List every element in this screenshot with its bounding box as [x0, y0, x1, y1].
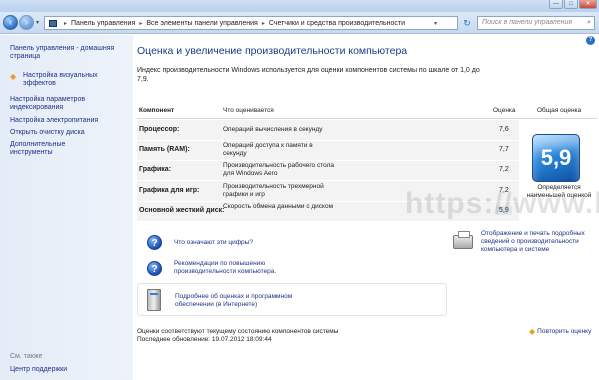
- breadcrumb-item[interactable]: Счетчики и средства производительности: [269, 20, 405, 27]
- online-info-box[interactable]: Подробнее об оценках и программном обесп…: [137, 283, 447, 316]
- row-description: Скорость обмена данными с диском: [223, 203, 334, 210]
- footer-status: Оценки соответствуют текущему состоянию …: [137, 328, 338, 344]
- table-row: Основной жесткий диск: Скорость обмена д…: [137, 201, 519, 222]
- tips-link[interactable]: Рекомендации по повышению производительн…: [174, 260, 304, 276]
- row-score: 7,6: [499, 126, 509, 133]
- row-component: Память (RAM):: [139, 146, 190, 153]
- history-dropdown-icon[interactable]: ▾: [36, 19, 39, 26]
- shield-icon: ◆: [10, 72, 17, 81]
- breadcrumb-item[interactable]: Все элементы панели управления: [146, 20, 257, 27]
- table-header: Компонент Что оценивается Оценка Общая о…: [137, 103, 597, 119]
- row-description: Производительность трехмерной графики и …: [223, 183, 324, 198]
- refresh-icon[interactable]: ↻: [460, 16, 474, 30]
- navigation-bar: ‹ › ▾ ▸ Панель управления ▸ Все элементы…: [0, 12, 599, 34]
- row-component: Процессор:: [139, 126, 180, 133]
- address-dropdown-icon[interactable]: ▾: [434, 20, 437, 27]
- rerun-label[interactable]: Повторить оценку: [537, 328, 591, 335]
- sidebar: Панель управления - домашняя страница ◆ …: [0, 35, 133, 380]
- help-question-icon[interactable]: ?: [147, 235, 162, 250]
- window-controls: — □ ✕: [549, 0, 597, 9]
- overall-score-note: Определяется наименьшей оценкой: [526, 184, 592, 199]
- rerun-assessment-button[interactable]: ◆ Повторить оценку: [529, 327, 591, 336]
- sidebar-item-indexing[interactable]: Настройка параметров индексирования: [10, 96, 128, 112]
- table-row: Графика: Производительность рабочего сто…: [137, 160, 519, 181]
- breadcrumb-item[interactable]: Панель управления: [71, 20, 135, 27]
- main-content: Оценка и увеличение производительности к…: [137, 35, 599, 380]
- row-description: Производительность рабочего стола для Wi…: [223, 162, 335, 177]
- header-score: Оценка: [493, 107, 516, 114]
- row-component: Графика для игр:: [139, 187, 200, 194]
- sidebar-item-action-center[interactable]: Центр поддержки: [10, 366, 67, 374]
- close-button[interactable]: ✕: [579, 0, 597, 9]
- row-description: Операций вычисления в секунду: [223, 126, 323, 133]
- row-score: 7,2: [499, 166, 509, 173]
- address-bar[interactable]: ▸ Панель управления ▸ Все элементы панел…: [44, 16, 458, 30]
- header-overall: Общая оценка: [537, 107, 582, 114]
- help-question-icon[interactable]: ?: [147, 261, 162, 276]
- sidebar-home-link[interactable]: Панель управления - домашняя страница: [10, 45, 120, 61]
- printer-icon[interactable]: [453, 231, 473, 249]
- see-also-heading: См. также: [10, 353, 43, 360]
- title-bar: — □ ✕: [0, 0, 599, 12]
- breadcrumb-separator: ▸: [139, 20, 143, 27]
- intro-text: Индекс производительности Windows исполь…: [137, 67, 480, 83]
- search-input[interactable]: Поиск в панели управления ⌕: [477, 16, 595, 30]
- row-score: 7,7: [499, 146, 509, 153]
- sidebar-item-power[interactable]: Настройка электропитания: [10, 117, 128, 125]
- breadcrumb-separator: ▸: [64, 20, 68, 27]
- minimize-button[interactable]: —: [549, 0, 563, 9]
- sidebar-item-label[interactable]: Настройка визуальных эффектов: [23, 72, 123, 88]
- table-row: Процессор: Операций вычисления в секунду…: [137, 120, 519, 141]
- shield-icon: ◆: [529, 327, 536, 336]
- online-info-link[interactable]: Подробнее об оценках и программном обесп…: [175, 293, 305, 309]
- row-description: Операций доступа к памяти в секунду: [223, 142, 313, 157]
- status-text: Оценки соответствуют текущему состоянию …: [137, 328, 339, 335]
- sidebar-item-advanced-tools[interactable]: Дополнительные инструменты: [10, 141, 95, 157]
- forward-arrow-icon[interactable]: ›: [19, 15, 34, 30]
- sidebar-item-disk-cleanup[interactable]: Открыть очистку диска: [10, 129, 128, 137]
- overall-score-panel: 5,9 Определяется наименьшей оценкой: [521, 120, 597, 221]
- print-details-link[interactable]: Отображение и печать подробных сведений …: [481, 230, 597, 254]
- what-mean-link[interactable]: Что означают эти цифры?: [174, 239, 253, 247]
- header-component: Компонент: [139, 107, 175, 114]
- table-row: Графика для игр: Производительность трех…: [137, 181, 519, 202]
- maximize-button[interactable]: □: [564, 0, 578, 9]
- row-component: Основной жесткий диск:: [139, 207, 225, 214]
- page-title: Оценка и увеличение производительности к…: [137, 45, 408, 57]
- breadcrumb-separator: ▸: [261, 20, 265, 27]
- header-what-rated: Что оценивается: [223, 107, 274, 114]
- row-component: Графика:: [139, 166, 172, 173]
- back-arrow-icon[interactable]: ‹: [3, 15, 18, 30]
- computer-icon: [147, 289, 161, 311]
- search-icon[interactable]: ⌕: [587, 17, 591, 29]
- control-panel-icon: [49, 19, 57, 27]
- search-placeholder: Поиск в панели управления: [482, 19, 573, 26]
- score-table: Компонент Что оценивается Оценка Общая о…: [137, 103, 597, 222]
- row-score-lowest: 5,9: [496, 206, 512, 215]
- last-updated: Последнее обновление: 19.07.2012 18:09:4…: [137, 336, 272, 343]
- overall-score-badge: 5,9: [532, 134, 580, 182]
- table-row: Память (RAM): Операций доступа к памяти …: [137, 140, 519, 161]
- row-score: 7,2: [499, 187, 509, 194]
